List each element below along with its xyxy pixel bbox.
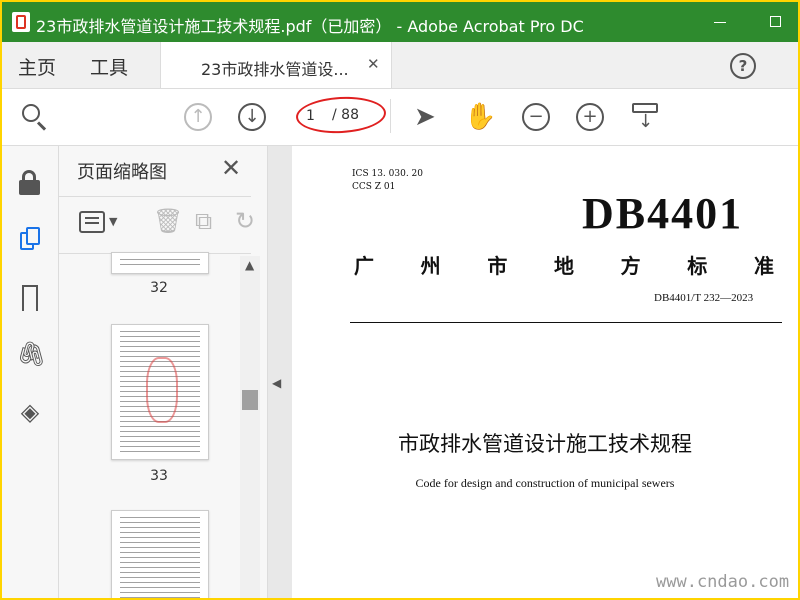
overflow-icon[interactable]: [788, 50, 798, 80]
next-page-icon[interactable]: ↓: [238, 103, 266, 131]
standard-type-char: 广: [354, 254, 374, 278]
page-thumbnail[interactable]: [111, 510, 209, 598]
page-thumbnails-icon[interactable]: [16, 226, 44, 254]
app-window: 23市政排水管道设计施工技术规程.pdf（已加密） - Adobe Acroba…: [0, 0, 800, 600]
panel-toolbar: ▼ 🗑 ⧉ ↻: [59, 196, 255, 254]
window-title: 23市政排水管道设计施工技术规程.pdf（已加密） - Adobe Acroba…: [36, 17, 584, 36]
select-cursor-icon[interactable]: ➤: [414, 101, 446, 133]
thumbnail-content: [120, 259, 200, 267]
page-thumbnail[interactable]: [111, 324, 209, 460]
search-icon[interactable]: [18, 101, 50, 133]
document-area[interactable]: ICS 13. 030. 20 CCS Z 01 DB4401 广 州 市 地 …: [268, 146, 798, 598]
lock-icon[interactable]: [16, 168, 44, 196]
classification-codes: ICS 13. 030. 20 CCS Z 01: [352, 168, 423, 194]
zoom-out-icon[interactable]: −: [522, 103, 550, 131]
trash-icon[interactable]: 🗑: [153, 207, 183, 235]
extract-pages-icon[interactable]: ⧉: [195, 207, 212, 235]
scroll-mode-icon[interactable]: [630, 101, 662, 133]
ccs-code: CCS Z 01: [352, 182, 396, 192]
zoom-in-icon[interactable]: +: [576, 103, 604, 131]
pdf-page: ICS 13. 030. 20 CCS Z 01 DB4401 广 州 市 地 …: [292, 146, 798, 598]
thumbnail-label: 32: [150, 280, 168, 296]
tab-home[interactable]: 主页: [18, 53, 56, 80]
stamp-mark: [146, 357, 178, 423]
red-circle-annotation: [295, 94, 387, 136]
scrollbar-thumb[interactable]: [242, 390, 258, 410]
hand-tool-icon[interactable]: ✋: [464, 101, 496, 133]
standard-type-char: 标: [687, 254, 708, 278]
minimize-button[interactable]: [708, 10, 732, 34]
toolbar-divider: [390, 99, 391, 133]
rotate-icon[interactable]: ↻: [235, 207, 255, 235]
watermark: www.cndao.com: [656, 572, 790, 592]
standard-type-char: 市: [487, 254, 508, 278]
options-icon[interactable]: [79, 211, 105, 233]
close-tab-icon[interactable]: ✕: [367, 55, 380, 73]
thumbnail-scrollbar[interactable]: ▲: [240, 256, 260, 598]
collapse-panel-icon[interactable]: ◀: [272, 376, 281, 390]
page-thumbnail[interactable]: [111, 252, 209, 274]
thumbnail-label: 33: [150, 468, 168, 484]
standard-number: DB4401/T 232—2023: [654, 292, 754, 304]
left-icon-rail: 🖇 ◈: [2, 146, 59, 598]
thumbnail-content: [120, 517, 200, 598]
layers-icon[interactable]: ◈: [16, 398, 44, 426]
previous-page-icon[interactable]: ↑: [184, 103, 212, 131]
header-rule: [350, 322, 782, 323]
help-icon[interactable]: ?: [730, 53, 756, 79]
title-bar: 23市政排水管道设计施工技术规程.pdf（已加密） - Adobe Acroba…: [2, 2, 798, 42]
chevron-up-icon[interactable]: ▲: [245, 258, 254, 272]
standard-type-char: 州: [420, 254, 441, 278]
document-title-chinese: 市政排水管道设计施工技术规程: [398, 432, 692, 456]
bookmark-icon[interactable]: [16, 284, 44, 312]
close-panel-icon[interactable]: ✕: [221, 154, 241, 182]
panel-title: 页面缩略图: [77, 162, 167, 183]
standard-type-char: 准: [753, 254, 774, 278]
thumbnails-panel: 页面缩略图 ✕ ▼ 🗑 ⧉ ↻ 32 33 ▲: [59, 146, 268, 598]
standard-type: 广 州 市 地 方 标 准: [354, 250, 774, 279]
chevron-down-icon[interactable]: ▼: [109, 215, 117, 228]
document-title-english: Code for design and construction of muni…: [415, 476, 675, 490]
ics-code: ICS 13. 030. 20: [352, 169, 423, 179]
tab-document[interactable]: 23市政排水管道设... ✕: [160, 42, 392, 88]
toolbar: ↑ ↓ / 88 ➤ ✋ − +: [2, 89, 798, 146]
standard-type-char: 地: [553, 254, 574, 278]
attachment-icon[interactable]: 🖇: [16, 340, 46, 368]
standard-type-char: 方: [620, 254, 641, 278]
document-tab-label: 23市政排水管道设...: [201, 60, 349, 79]
acrobat-logo-icon: [12, 12, 30, 32]
tab-tools[interactable]: 工具: [90, 53, 128, 80]
standard-logo: DB4401: [582, 189, 744, 238]
maximize-button[interactable]: [764, 10, 788, 34]
tab-row: 主页 工具 23市政排水管道设... ✕ ?: [2, 42, 798, 89]
